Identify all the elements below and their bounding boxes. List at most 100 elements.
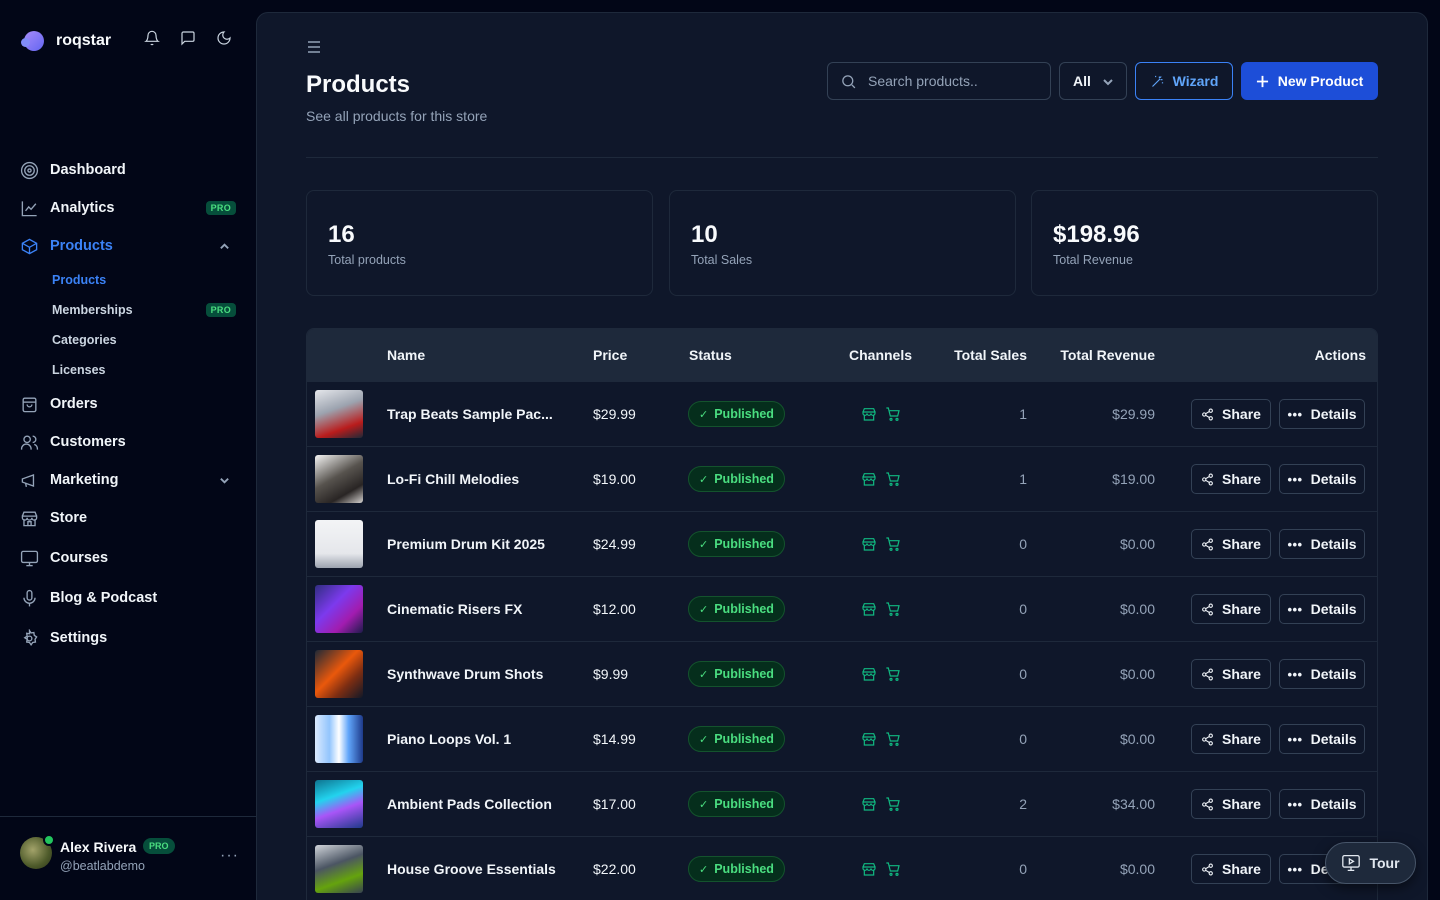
- details-button[interactable]: ••• Details: [1279, 594, 1365, 624]
- table-row[interactable]: House Groove Essentials $22.00 ✓ Published 0…: [307, 836, 1377, 900]
- subnav-item-licenses[interactable]: Licenses: [52, 360, 236, 380]
- brand-name: roqstar: [56, 32, 112, 49]
- cart-icon: [886, 407, 900, 421]
- cart-icon: [886, 602, 900, 616]
- store-icon: [862, 408, 876, 421]
- subnav-item-memberships[interactable]: Memberships PRO: [52, 300, 236, 320]
- sidebar-item-marketing[interactable]: Marketing: [20, 466, 236, 494]
- sidebar-item-settings[interactable]: Settings: [20, 624, 236, 652]
- bell-icon[interactable]: [144, 30, 160, 46]
- details-button[interactable]: ••• Details: [1279, 464, 1365, 494]
- product-thumbnail[interactable]: [315, 585, 363, 633]
- product-name[interactable]: Ambient Pads Collection: [387, 796, 552, 812]
- pro-badge: PRO: [205, 303, 236, 317]
- table-row[interactable]: Ambient Pads Collection $17.00 ✓ Published 2…: [307, 771, 1377, 836]
- brand[interactable]: roqstar: [21, 28, 244, 54]
- share-button[interactable]: Share: [1191, 464, 1271, 494]
- column-header-status[interactable]: Status: [689, 347, 732, 363]
- product-total-revenue: $34.00: [1112, 796, 1155, 812]
- moon-icon[interactable]: [216, 30, 232, 46]
- ellipsis-icon: •••: [1287, 536, 1303, 552]
- sidebar-item-dashboard[interactable]: Dashboard: [20, 156, 236, 184]
- product-name[interactable]: Premium Drum Kit 2025: [387, 536, 545, 552]
- product-name[interactable]: Lo-Fi Chill Melodies: [387, 471, 519, 487]
- share-button[interactable]: Share: [1191, 854, 1271, 884]
- subnav-item-label: Memberships: [52, 303, 133, 317]
- subnav-item-label: Categories: [52, 333, 117, 347]
- share-button[interactable]: Share: [1191, 529, 1271, 559]
- product-thumbnail[interactable]: [315, 390, 363, 438]
- product-name[interactable]: Synthwave Drum Shots: [387, 666, 543, 682]
- details-button[interactable]: ••• Details: [1279, 399, 1365, 429]
- sidebar-item-analytics[interactable]: Analytics PRO: [20, 194, 236, 222]
- wizard-button[interactable]: Wizard: [1135, 62, 1233, 100]
- more-options-icon[interactable]: ···: [220, 847, 239, 865]
- new-product-button[interactable]: New Product: [1241, 62, 1378, 100]
- sidebar-item-courses[interactable]: Courses: [20, 544, 236, 572]
- subnav-item-products[interactable]: Products: [52, 270, 236, 290]
- status-badge: ✓ Published: [688, 401, 785, 427]
- sidebar-item-orders[interactable]: Orders: [20, 390, 236, 418]
- share-button[interactable]: Share: [1191, 724, 1271, 754]
- share-button[interactable]: Share: [1191, 399, 1271, 429]
- table-row[interactable]: Cinematic Risers FX $12.00 ✓ Published 0 $0.0…: [307, 576, 1377, 641]
- table-row[interactable]: Synthwave Drum Shots $9.99 ✓ Published 0 $0.0…: [307, 641, 1377, 706]
- sidebar-item-label: Analytics: [50, 200, 115, 216]
- column-header-name[interactable]: Name: [387, 347, 425, 363]
- table-row[interactable]: Trap Beats Sample Pac... $29.99 ✓ Published…: [307, 381, 1377, 446]
- stat-value: 16: [328, 221, 355, 248]
- sidebar-item-customers[interactable]: Customers: [20, 428, 236, 456]
- sidebar-item-blog-podcast[interactable]: Blog & Podcast: [20, 584, 236, 612]
- share-button[interactable]: Share: [1191, 659, 1271, 689]
- details-button[interactable]: ••• Details: [1279, 724, 1365, 754]
- product-price: $9.99: [593, 666, 629, 682]
- shopping-bag-icon: [22, 396, 37, 412]
- subnav-item-categories[interactable]: Categories: [52, 330, 236, 350]
- column-header-channels[interactable]: Channels: [849, 347, 912, 363]
- details-button[interactable]: ••• Details: [1279, 659, 1365, 689]
- product-total-revenue: $19.00: [1112, 471, 1155, 487]
- table-row[interactable]: Premium Drum Kit 2025 $24.99 ✓ Published 0 $0…: [307, 511, 1377, 576]
- search-input[interactable]: [868, 73, 1038, 89]
- product-thumbnail[interactable]: [315, 780, 363, 828]
- product-total-revenue: $29.99: [1112, 406, 1155, 422]
- message-icon[interactable]: [180, 30, 196, 46]
- ellipsis-icon: •••: [1287, 601, 1303, 617]
- box-icon: [21, 238, 38, 254]
- tour-button[interactable]: Tour: [1325, 842, 1416, 884]
- sidebar-item-products[interactable]: Products: [20, 232, 236, 260]
- column-header-total-sales[interactable]: Total Sales: [954, 347, 1027, 363]
- sidebar-item-store[interactable]: Store: [20, 504, 236, 532]
- chevron-up-icon[interactable]: [219, 241, 230, 252]
- product-thumbnail[interactable]: [315, 715, 363, 763]
- share-icon: [1202, 408, 1213, 420]
- search-box[interactable]: [827, 62, 1051, 100]
- column-header-total-revenue[interactable]: Total Revenue: [1060, 347, 1155, 363]
- details-button[interactable]: ••• Details: [1279, 529, 1365, 559]
- share-icon: [1202, 538, 1213, 550]
- table-row[interactable]: Piano Loops Vol. 1 $14.99 ✓ Published 0 $0.00…: [307, 706, 1377, 771]
- product-thumbnail[interactable]: [315, 650, 363, 698]
- ellipsis-icon: •••: [1287, 471, 1303, 487]
- product-price: $22.00: [593, 861, 636, 877]
- product-total-revenue: $0.00: [1119, 861, 1155, 877]
- product-thumbnail[interactable]: [315, 845, 363, 893]
- status-filter-select[interactable]: All: [1059, 62, 1127, 100]
- product-thumbnail[interactable]: [315, 455, 363, 503]
- cart-icon: [886, 472, 900, 486]
- chevron-down-icon[interactable]: [219, 475, 230, 486]
- product-name[interactable]: Cinematic Risers FX: [387, 601, 522, 617]
- table-row[interactable]: Lo-Fi Chill Melodies $19.00 ✓ Published 1 $19…: [307, 446, 1377, 511]
- product-thumbnail[interactable]: [315, 520, 363, 568]
- share-button[interactable]: Share: [1191, 594, 1271, 624]
- product-name[interactable]: Trap Beats Sample Pac...: [387, 406, 553, 422]
- share-button[interactable]: Share: [1191, 789, 1271, 819]
- product-name[interactable]: House Groove Essentials: [387, 861, 556, 877]
- user-panel[interactable]: Alex Rivera PRO @beatlabdemo ···: [0, 816, 256, 900]
- column-header-price[interactable]: Price: [593, 347, 627, 363]
- product-name[interactable]: Piano Loops Vol. 1: [387, 731, 511, 747]
- details-label: Details: [1310, 471, 1357, 487]
- sidebar-item-label: Settings: [50, 630, 108, 646]
- details-button[interactable]: ••• Details: [1279, 789, 1365, 819]
- menu-icon[interactable]: [306, 40, 322, 54]
